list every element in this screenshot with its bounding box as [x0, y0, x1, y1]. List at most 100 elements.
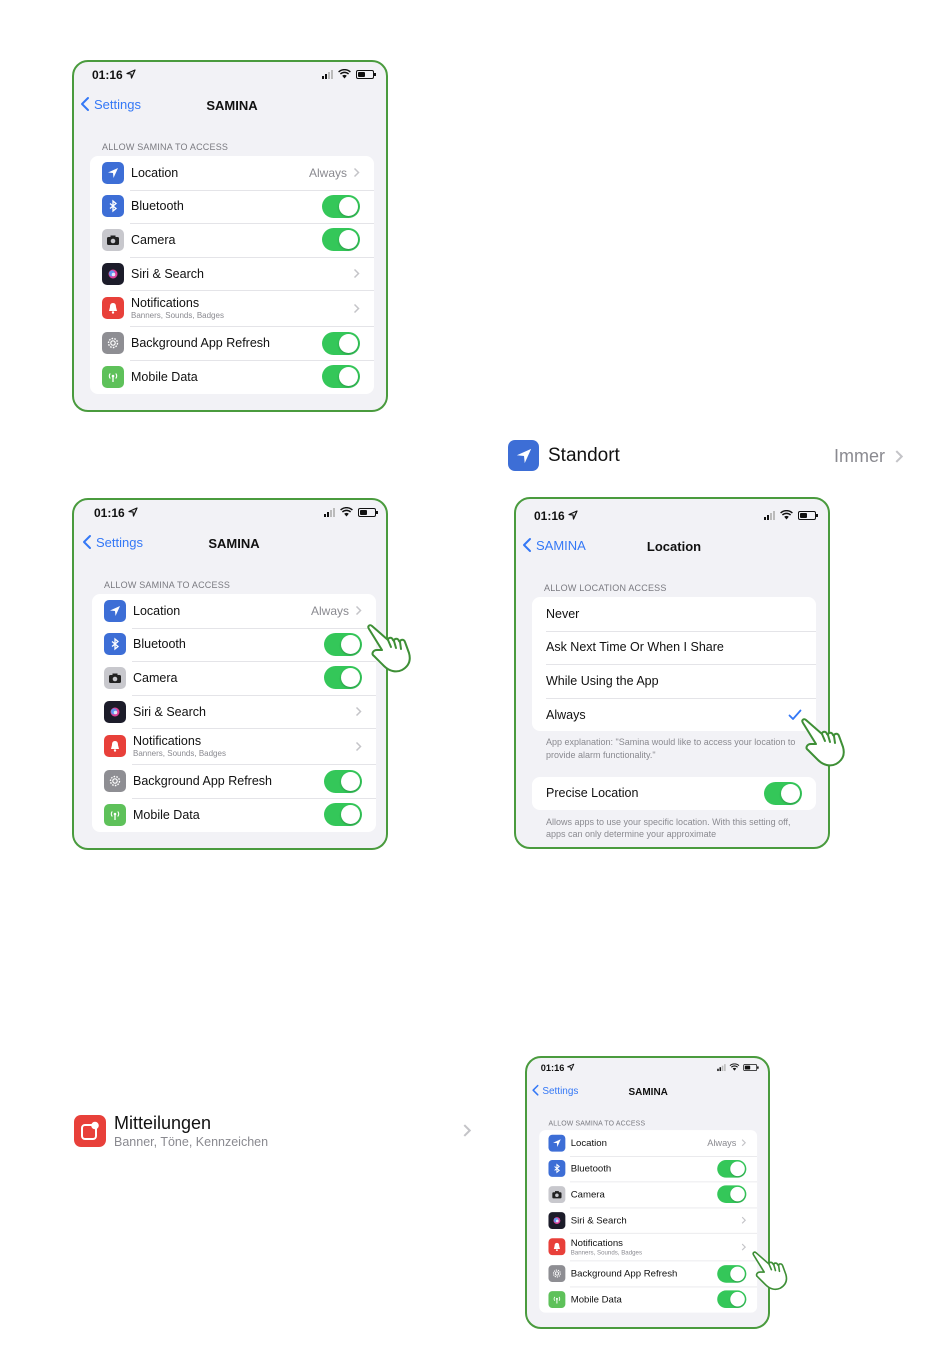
- camera-icon: [548, 1186, 566, 1203]
- siri-icon: [548, 1211, 566, 1229]
- signal-icon: [764, 510, 775, 520]
- status-bar: 01:16: [76, 500, 386, 526]
- row-label: Camera: [570, 1189, 605, 1200]
- location-arrow-icon: [548, 1134, 566, 1152]
- row-siri[interactable]: Siri & Search: [90, 256, 374, 291]
- location-arrow-icon: [104, 599, 126, 622]
- screen-content: 01:16 Settings SAMINA ALLOW SAMINA TO AC…: [527, 1058, 768, 1313]
- option-never[interactable]: Never: [532, 597, 816, 631]
- status-icons: [717, 1063, 759, 1071]
- callout-standort-value: Immer: [834, 446, 885, 466]
- background-refresh-toggle[interactable]: [717, 1264, 747, 1283]
- bluetooth-toggle[interactable]: [717, 1159, 747, 1178]
- camera-toggle[interactable]: [324, 666, 362, 690]
- row-label: Notifications: [133, 734, 202, 749]
- row-label: Bluetooth: [131, 199, 184, 214]
- section-header: ALLOW SAMINA TO ACCESS: [102, 142, 229, 152]
- phone-screen-app-settings-1: 01:16 Settings SAMINA ALLOW SAMINA TO AC…: [72, 60, 388, 412]
- location-services-icon: [567, 1063, 575, 1071]
- section-header: ALLOW SAMINA TO ACCESS: [104, 580, 231, 590]
- row-location[interactable]: Location Always: [539, 1130, 757, 1156]
- row-sublabel: Banners, Sounds, Badges: [133, 749, 226, 759]
- background-refresh-toggle[interactable]: [322, 331, 360, 355]
- status-icons: [324, 507, 378, 517]
- signal-icon: [322, 69, 333, 79]
- screen-content: 01:16 Settings SAMINA ALLOW SAMINA TO AC…: [74, 62, 386, 394]
- row-label: Notifications: [131, 296, 200, 311]
- status-time: 01:16: [94, 506, 125, 520]
- siri-icon: [102, 262, 124, 285]
- antenna-icon: [102, 365, 124, 388]
- navigation-bar: Settings SAMINA: [527, 1078, 768, 1106]
- row-siri[interactable]: Siri & Search: [539, 1207, 758, 1233]
- row-label: Siri & Search: [133, 704, 206, 719]
- row-sublabel: Banners, Sounds, Badges: [131, 311, 224, 321]
- bluetooth-toggle[interactable]: [324, 632, 362, 656]
- row-notifications[interactable]: Notifications Banners, Sounds, Badges: [539, 1233, 758, 1261]
- notifications-icon: [102, 297, 124, 320]
- status-icons: [322, 69, 376, 79]
- row-detail: Always: [308, 165, 347, 180]
- callout-mitteilungen-sublabel: Banner, Töne, Kennzeichen: [114, 1135, 269, 1149]
- location-services-icon: [128, 507, 138, 517]
- chevron-right-icon: [353, 269, 360, 279]
- option-ask-next-time[interactable]: Ask Next Time Or When I Share: [532, 630, 816, 665]
- camera-toggle[interactable]: [322, 228, 360, 252]
- row-detail: Always: [707, 1137, 737, 1149]
- row-camera: Camera: [92, 661, 376, 695]
- location-services-icon: [126, 69, 136, 79]
- row-notifications[interactable]: Notifications Banners, Sounds, Badges: [90, 290, 374, 326]
- bluetooth-toggle[interactable]: [322, 194, 360, 218]
- bluetooth-icon: [548, 1160, 566, 1178]
- battery-icon: [356, 69, 376, 79]
- row-label: Precise Location: [546, 786, 639, 801]
- precise-location-footnote: Allows apps to use your specific locatio…: [546, 817, 791, 840]
- gear-icon: [104, 770, 126, 793]
- section-header: ALLOW LOCATION ACCESS: [544, 583, 667, 593]
- row-label: Location: [131, 165, 179, 180]
- screen-content: 01:16 Settings SAMINA ALLOW SAMINA TO AC…: [76, 500, 386, 832]
- row-location[interactable]: Location Always: [92, 594, 376, 628]
- background-refresh-toggle[interactable]: [324, 769, 362, 793]
- option-label: Ask Next Time Or When I Share: [546, 640, 724, 655]
- row-background-refresh: Background App Refresh: [90, 326, 374, 360]
- mobile-data-toggle[interactable]: [322, 365, 360, 389]
- row-location[interactable]: Location Always: [90, 156, 374, 190]
- option-always[interactable]: Always: [532, 697, 816, 732]
- row-siri[interactable]: Siri & Search: [92, 694, 376, 729]
- permissions-list: Location Always Bluetooth Camera Siri & …: [92, 594, 376, 832]
- mobile-data-toggle[interactable]: [717, 1290, 747, 1309]
- location-arrow-icon: [508, 440, 539, 471]
- gear-icon: [102, 332, 124, 355]
- battery-icon: [743, 1063, 759, 1071]
- permissions-list: Location Always Bluetooth Camera Siri & …: [539, 1130, 758, 1313]
- page-title: SAMINA: [208, 536, 260, 551]
- row-background-refresh: Background App Refresh: [539, 1260, 758, 1287]
- chevron-right-icon: [355, 606, 362, 616]
- chevron-right-icon: [895, 450, 904, 463]
- row-bluetooth: Bluetooth: [539, 1155, 758, 1182]
- location-options-list: Never Ask Next Time Or When I Share Whil…: [532, 597, 816, 732]
- camera-toggle[interactable]: [717, 1185, 747, 1204]
- tap-hand-icon: [801, 718, 845, 767]
- phone-screen-app-settings-2: 01:16 Settings SAMINA ALLOW SAMINA TO AC…: [72, 498, 388, 850]
- navigation-bar: Settings SAMINA: [74, 88, 386, 124]
- phone-screen-app-settings-3: 01:16 Settings SAMINA ALLOW SAMINA TO AC…: [525, 1056, 770, 1329]
- bluetooth-icon: [104, 633, 126, 656]
- battery-icon: [358, 507, 378, 517]
- battery-icon: [798, 510, 818, 520]
- row-mobile-data: Mobile Data: [90, 359, 374, 394]
- row-notifications[interactable]: Notifications Banners, Sounds, Badges: [92, 728, 376, 764]
- siri-icon: [104, 700, 126, 723]
- bluetooth-icon: [102, 195, 124, 218]
- row-label: Background App Refresh: [131, 336, 270, 351]
- notifications-icon: [548, 1238, 566, 1256]
- section-header: ALLOW SAMINA TO ACCESS: [548, 1119, 646, 1128]
- row-label: Location: [133, 603, 181, 618]
- option-label: While Using the App: [546, 673, 659, 688]
- row-label: Mobile Data: [133, 807, 200, 822]
- option-while-using[interactable]: While Using the App: [532, 664, 816, 698]
- precise-location-toggle[interactable]: [764, 781, 802, 805]
- callout-mitteilungen-label: Mitteilungen: [114, 1113, 212, 1133]
- mobile-data-toggle[interactable]: [324, 803, 362, 827]
